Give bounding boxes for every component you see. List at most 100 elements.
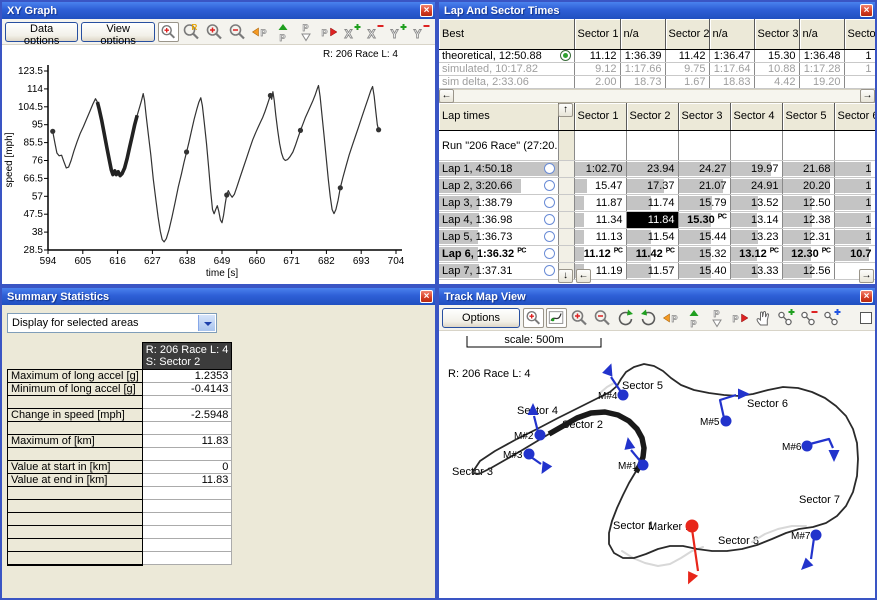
lap-radio[interactable]	[544, 180, 555, 191]
scroll-right-icon[interactable]: →	[859, 269, 874, 283]
best-time-cell[interactable]: 1	[844, 62, 875, 75]
lap-row-label[interactable]: Lap 7, 1:37.31	[439, 263, 558, 280]
sector-time-cell[interactable]: 15.30 PC	[678, 212, 730, 229]
marker-dot[interactable]	[524, 449, 535, 460]
sector-time-cell[interactable]: 11.12 PC	[574, 246, 626, 263]
best-time-cell[interactable]: 2.00	[574, 75, 620, 88]
zoom-out-icon[interactable]	[227, 22, 248, 42]
sector-time-cell[interactable]: 21.68	[782, 161, 834, 178]
x-minus-icon[interactable]: X	[365, 22, 386, 42]
best-row-label[interactable]: theoretical, 12:50.88	[439, 49, 574, 62]
sector-time-cell[interactable]: 15.40	[678, 263, 730, 280]
best-time-cell[interactable]: 15.30	[754, 49, 799, 62]
summary-titlebar[interactable]: Summary Statistics ×	[2, 288, 435, 305]
lap-radio[interactable]	[544, 197, 555, 208]
scroll-left-icon[interactable]: ←	[439, 89, 454, 103]
best-time-cell[interactable]: 1.67	[665, 75, 709, 88]
best-time-cell[interactable]: 1:36.39	[620, 49, 665, 62]
y-minus-icon[interactable]: Y	[411, 22, 432, 42]
sector-time-cell[interactable]: 17.37	[626, 178, 678, 195]
best-time-cell[interactable]: 1	[844, 49, 875, 62]
sector-time-cell[interactable]: 10.7	[834, 246, 875, 263]
marker-dot[interactable]	[638, 460, 649, 471]
view-options-button[interactable]: View options	[81, 22, 155, 42]
scroll-up-icon[interactable]: ↑	[558, 103, 573, 117]
lap-radio[interactable]	[544, 231, 555, 242]
data-options-button[interactable]: Data options	[5, 22, 78, 42]
best-time-cell[interactable]: 4.42	[754, 75, 799, 88]
node-remove-icon[interactable]	[799, 308, 820, 328]
fit-track-icon[interactable]	[546, 308, 567, 328]
pan-hand-icon[interactable]	[753, 308, 774, 328]
marker-next-icon[interactable]: P	[730, 308, 751, 328]
sector-time-cell[interactable]: 11.84	[626, 212, 678, 229]
scroll-down-icon[interactable]: ↓	[558, 269, 573, 283]
sector-time-cell[interactable]: 12.30 PC	[782, 246, 834, 263]
display-mode-dropdown[interactable]: Display for selected areas	[7, 313, 217, 333]
best-time-cell[interactable]: 18.83	[709, 75, 754, 88]
best-row-label[interactable]: sim delta, 2:33.06	[439, 75, 574, 88]
map-checkbox[interactable]	[860, 312, 872, 324]
sector-time-cell[interactable]: 11.54	[626, 229, 678, 246]
sector-time-cell[interactable]: 12.56	[782, 263, 834, 280]
best-time-cell[interactable]: 19.20	[799, 75, 844, 88]
zoom-in-icon[interactable]	[569, 308, 590, 328]
best-time-cell[interactable]: 10.88	[754, 62, 799, 75]
sector-time-cell[interactable]: 1	[834, 195, 875, 212]
best-time-cell[interactable]: 1:17.64	[709, 62, 754, 75]
sector-time-cell[interactable]: 11.87	[574, 195, 626, 212]
marker-prev-icon[interactable]: P	[250, 22, 271, 42]
node-add-icon[interactable]	[776, 308, 797, 328]
sector-time-cell[interactable]: 1	[834, 212, 875, 229]
sector-time-cell[interactable]: 1:02.70	[574, 161, 626, 178]
lap-sector-titlebar[interactable]: Lap And Sector Times ×	[439, 2, 875, 19]
marker-dot[interactable]	[618, 390, 629, 401]
sector-time-cell[interactable]: 12.38	[782, 212, 834, 229]
best-time-cell[interactable]: 9.75	[665, 62, 709, 75]
best-table-hscrollbar[interactable]: ← →	[439, 89, 875, 103]
sector-time-cell[interactable]: 12.31	[782, 229, 834, 246]
lap-radio[interactable]	[544, 248, 555, 259]
zoom-out-icon[interactable]	[592, 308, 613, 328]
lap-radio[interactable]	[544, 163, 555, 174]
lap-radio[interactable]	[544, 214, 555, 225]
sector-time-cell[interactable]: 11.34	[574, 212, 626, 229]
sector-time-cell[interactable]: 1	[834, 178, 875, 195]
sector-time-cell[interactable]: 1	[834, 161, 875, 178]
run-label[interactable]: Run "206 Race" (27:20.72)	[439, 131, 558, 161]
sector-time-cell[interactable]: 15.47	[574, 178, 626, 195]
lap-row-label[interactable]: Lap 6, 1:36.32 PC	[439, 246, 558, 263]
sector-time-cell[interactable]: 13.23	[730, 229, 782, 246]
sector-time-cell[interactable]: 13.14	[730, 212, 782, 229]
marker-dot[interactable]	[721, 416, 732, 427]
sector-time-cell[interactable]: 1	[834, 229, 875, 246]
sector-time-cell[interactable]: 15.32	[678, 246, 730, 263]
best-time-cell[interactable]: 11.42	[665, 49, 709, 62]
scroll-left-icon[interactable]: ←	[576, 269, 591, 283]
close-icon[interactable]: ×	[420, 290, 433, 303]
marker-next-icon[interactable]: P	[319, 22, 340, 42]
lap-row-label[interactable]: Lap 1, 4:50.18	[439, 161, 558, 178]
sector-time-cell[interactable]: 15.79	[678, 195, 730, 212]
close-icon[interactable]: ×	[420, 4, 433, 17]
lap-row-label[interactable]: Lap 3, 1:38.79	[439, 195, 558, 212]
best-time-cell[interactable]: 1:36.47	[709, 49, 754, 62]
sector-time-cell[interactable]: 23.94	[626, 161, 678, 178]
best-row-label[interactable]: simulated, 10:17.82	[439, 62, 574, 75]
best-time-cell[interactable]: 1:17.28	[799, 62, 844, 75]
xy-graph-titlebar[interactable]: XY Graph ×	[2, 2, 435, 19]
x-plus-icon[interactable]: X	[342, 22, 363, 42]
marker-dot[interactable]	[802, 441, 813, 452]
sector-time-cell[interactable]: 24.27	[678, 161, 730, 178]
marker-dot[interactable]	[686, 520, 699, 533]
sector-time-cell[interactable]: 13.33	[730, 263, 782, 280]
lap-row-label[interactable]: Lap 2, 3:20.66	[439, 178, 558, 195]
radio-selected-icon[interactable]	[560, 50, 571, 61]
best-time-cell[interactable]: 1:36.48	[799, 49, 844, 62]
close-icon[interactable]: ×	[860, 290, 873, 303]
marker-first-icon[interactable]: P	[273, 22, 294, 42]
scrollbar-track[interactable]	[454, 89, 860, 102]
zoom-in-icon[interactable]	[204, 22, 225, 42]
lap-radio[interactable]	[544, 265, 555, 276]
chevron-down-icon[interactable]	[198, 315, 215, 331]
